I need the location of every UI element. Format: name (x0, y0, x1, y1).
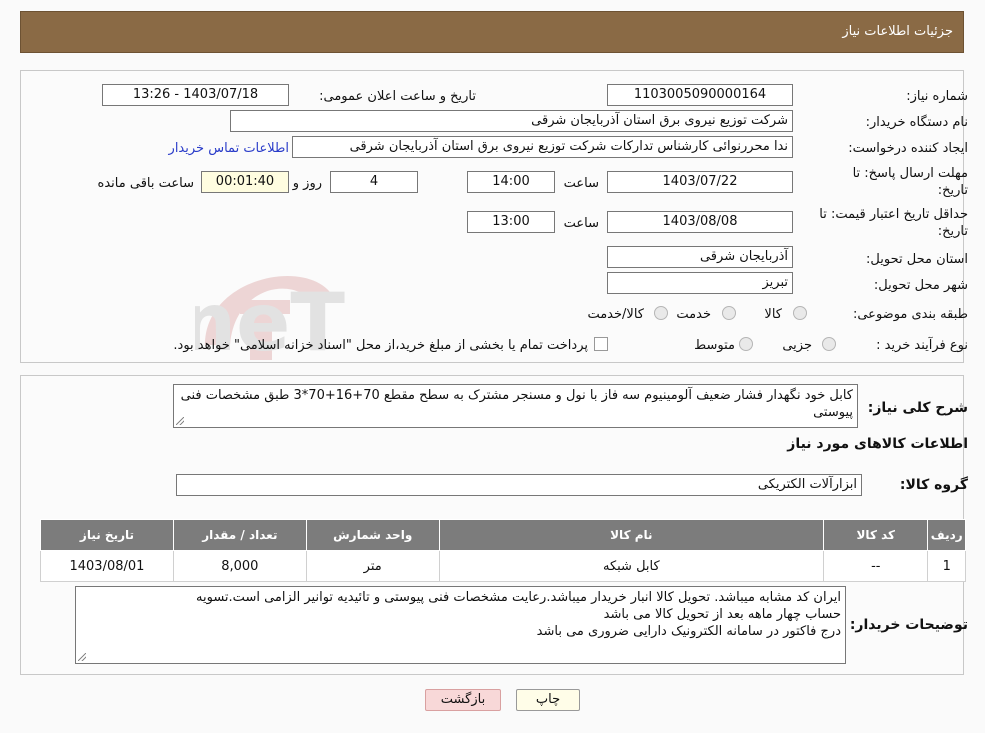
buyer-notes-label: توضیحات خریدار: (849, 617, 968, 633)
province-field: آذربایجان شرقی (607, 246, 793, 268)
creator-field: ندا محررنوائی کارشناس تدارکات شرکت توزیع… (292, 136, 793, 158)
goods-table: ردیف کد کالا نام کالا واحد شمارش تعداد /… (40, 519, 966, 582)
process-note: پرداخت تمام یا بخشی از مبلغ خرید،از محل … (173, 338, 588, 353)
treasury-checkbox[interactable] (594, 337, 608, 351)
buyer-contact-link[interactable]: اطلاعات تماس خریدار (169, 141, 289, 156)
col-date: تاریخ نیاز (40, 519, 174, 551)
process-radio-small[interactable] (822, 337, 836, 351)
process-option-medium: متوسط (694, 338, 735, 353)
category-label: طبقه بندی موضوعی: (852, 307, 968, 322)
reply-time-field: 14:00 (467, 171, 555, 193)
days-label: روز و (292, 176, 322, 191)
resize-grip-icon[interactable] (176, 417, 184, 425)
process-option-small: جزیی (782, 338, 812, 353)
category-radio-service[interactable] (722, 306, 736, 320)
buyer-notes-line: ایران کد مشابه میباشد. تحویل کالا انبار … (196, 590, 841, 605)
announce-date-label: تاریخ و ساعت اعلان عمومی: (319, 89, 476, 104)
remaining-time-field: 00:01:40 (201, 171, 289, 193)
reply-date-field: 1403/07/22 (607, 171, 793, 193)
city-label: شهر محل تحویل: (873, 278, 968, 293)
process-radio-medium[interactable] (739, 337, 753, 351)
cell-date: 1403/08/01 (40, 550, 174, 582)
cell-row: 1 (927, 550, 966, 582)
buyer-notes-line: حساب چهار ماهه بعد از تحویل کالا می باشد (603, 607, 841, 622)
goods-group-label: گروه کالا: (899, 477, 968, 493)
creator-label: ایجاد کننده درخواست: (848, 141, 968, 156)
days-remaining-field: 4 (330, 171, 418, 193)
announce-date-field: 1403/07/18 - 13:26 (102, 84, 289, 106)
cell-name: کابل شبکه (438, 550, 825, 582)
reply-deadline-label: مهلت ارسال پاسخ: تا (852, 166, 968, 181)
goods-group-field: ابزارآلات الکتریکی (176, 474, 862, 496)
col-quantity: تعداد / مقدار (172, 519, 307, 551)
cell-quantity: 8,000 (172, 550, 307, 582)
back-button[interactable]: بازگشت (425, 689, 501, 711)
category-radio-goods-service[interactable] (654, 306, 668, 320)
reply-deadline-label-2: تاریخ: (937, 183, 968, 198)
page-header: جزئیات اطلاعات نیاز (20, 11, 964, 53)
page-title: جزئیات اطلاعات نیاز (842, 24, 953, 39)
col-unit: واحد شمارش (305, 519, 440, 551)
col-code: کد کالا (823, 519, 929, 551)
remaining-time-label: ساعت باقی مانده (97, 176, 194, 191)
category-option-goods: کالا (764, 307, 782, 322)
price-time-label: ساعت (563, 216, 599, 231)
table-header-row: ردیف کد کالا نام کالا واحد شمارش تعداد /… (40, 519, 966, 551)
cell-unit: متر (305, 550, 440, 582)
col-name: نام کالا (438, 519, 825, 551)
reply-time-label: ساعت (563, 176, 599, 191)
province-label: استان محل تحویل: (866, 252, 968, 267)
city-field: تبریز (607, 272, 793, 294)
price-time-field: 13:00 (467, 211, 555, 233)
summary-text: کابل خود نگهدار فشار ضعیف آلومینیوم سه ف… (180, 388, 853, 420)
summary-textarea[interactable]: کابل خود نگهدار فشار ضعیف آلومینیوم سه ف… (173, 384, 858, 428)
price-date-field: 1403/08/08 (607, 211, 793, 233)
need-number-field: 1103005090000164 (607, 84, 793, 106)
category-option-goods-service: کالا/خدمت (587, 307, 644, 322)
summary-label: شرح کلی نیاز: (867, 400, 968, 416)
process-label: نوع فرآیند خرید : (876, 338, 968, 353)
cell-code: -- (823, 550, 929, 582)
buyer-org-label: نام دستگاه خریدار: (865, 115, 968, 130)
buyer-org-field: شرکت توزیع نیروی برق استان آذربایجان شرق… (230, 110, 793, 132)
category-radio-goods[interactable] (793, 306, 807, 320)
goods-section-title: اطلاعات کالاهای مورد نیاز (787, 436, 968, 452)
price-validity-label-2: تاریخ: (937, 224, 968, 239)
resize-grip-icon[interactable] (78, 653, 86, 661)
price-validity-label: حداقل تاریخ اعتبار قیمت: تا (819, 207, 968, 222)
buyer-notes-textarea[interactable]: ایران کد مشابه میباشد. تحویل کالا انبار … (75, 586, 846, 664)
print-button[interactable]: چاپ (516, 689, 580, 711)
col-row: ردیف (927, 519, 966, 551)
category-option-service: خدمت (676, 307, 711, 322)
table-row: 1 -- کابل شبکه متر 8,000 1403/08/01 (40, 550, 966, 582)
need-number-label: شماره نیاز: (906, 89, 968, 104)
buyer-notes-line: درج فاکتور در سامانه الکترونیک دارایی ضر… (536, 624, 841, 639)
